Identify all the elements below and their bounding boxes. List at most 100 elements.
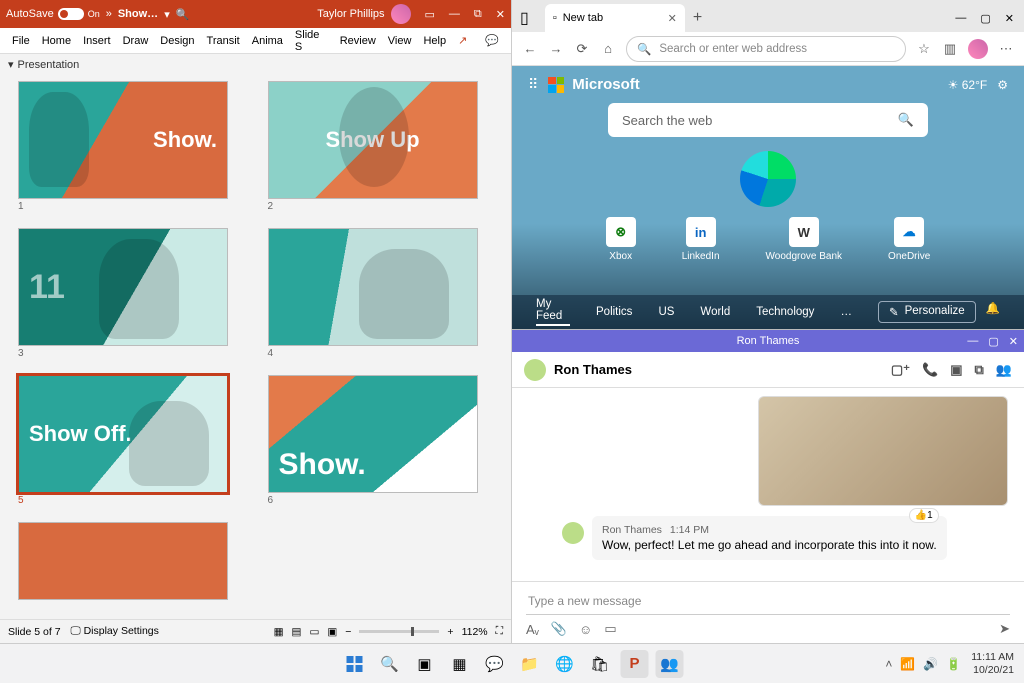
chat-message[interactable]: 👍1 Ron Thames 1:14 PM Wow, perfect! Let … xyxy=(592,516,947,560)
ribbon-tab-file[interactable]: File xyxy=(6,35,36,47)
zoom-level[interactable]: 112% xyxy=(462,626,488,638)
comments-button[interactable]: 💬 xyxy=(479,34,505,47)
slide-1[interactable]: Show. 1 xyxy=(18,81,244,212)
vertical-tabs-icon[interactable]: ▯ xyxy=(512,4,537,32)
share-screen-icon[interactable]: ▣ xyxy=(950,362,962,378)
ribbon-tab-animations[interactable]: Anima xyxy=(246,35,289,47)
ribbon-tab-slideshow[interactable]: Slide S xyxy=(289,29,334,53)
volume-icon[interactable]: 🔊 xyxy=(923,657,938,671)
personalize-button[interactable]: ✎Personalize xyxy=(878,301,976,323)
new-tab-button[interactable]: + xyxy=(685,4,710,32)
video-call-icon[interactable]: ▢⁺ xyxy=(891,362,910,378)
ribbon-tab-review[interactable]: Review xyxy=(334,35,382,47)
reaction-badge[interactable]: 👍1 xyxy=(909,508,939,523)
tile-onedrive[interactable]: ☁OneDrive xyxy=(888,217,930,262)
app-launcher-icon[interactable]: ⠿ xyxy=(528,76,540,93)
audio-call-icon[interactable]: 📞 xyxy=(922,362,938,378)
emoji-icon[interactable]: ☺ xyxy=(579,622,592,637)
collections-icon[interactable]: ▥ xyxy=(942,41,958,57)
teams-maximize[interactable]: ▢ xyxy=(988,335,998,348)
image-message[interactable] xyxy=(758,396,1008,506)
toggle-switch[interactable] xyxy=(58,8,84,20)
taskbar-search-icon[interactable]: 🔍 xyxy=(376,650,404,678)
edge-minimize[interactable]: — xyxy=(955,12,966,24)
minimize-button[interactable]: — xyxy=(449,8,460,21)
chat-icon[interactable]: 💬 xyxy=(481,650,509,678)
ribbon-tab-insert[interactable]: Insert xyxy=(77,35,117,47)
popout-icon[interactable]: ⧉ xyxy=(975,362,984,378)
search-submit-icon[interactable]: 🔍 xyxy=(898,112,914,128)
slide-6[interactable]: Show. 6 xyxy=(268,375,494,506)
address-bar[interactable]: 🔍 Search or enter web address xyxy=(626,36,906,62)
teams-minimize[interactable]: — xyxy=(967,335,978,348)
document-title[interactable]: Show… xyxy=(118,8,158,20)
widgets-icon[interactable]: ▦ xyxy=(446,650,474,678)
outline-header[interactable]: ▾ Presentation xyxy=(0,54,511,75)
ribbon-tab-view[interactable]: View xyxy=(382,35,418,47)
search-icon[interactable]: 🔍 xyxy=(176,8,190,21)
notifications-icon[interactable]: 🔔 xyxy=(986,301,1000,323)
zoom-slider[interactable] xyxy=(359,630,439,633)
feed-tab-politics[interactable]: Politics xyxy=(596,306,632,318)
zoom-out[interactable]: − xyxy=(345,626,351,638)
attach-icon[interactable]: 📎 xyxy=(551,621,567,637)
wifi-icon[interactable]: 📶 xyxy=(900,657,915,671)
send-icon[interactable]: ➤ xyxy=(999,621,1010,637)
slide-4[interactable]: 4 xyxy=(268,228,494,359)
user-avatar[interactable] xyxy=(391,4,411,24)
gif-icon[interactable]: ▭ xyxy=(604,621,616,637)
close-button[interactable]: ✕ xyxy=(496,8,505,21)
display-settings[interactable]: 🖵 Display Settings xyxy=(71,625,159,638)
favorites-icon[interactable]: ☆ xyxy=(916,41,932,57)
profile-avatar[interactable] xyxy=(968,39,988,59)
dropdown-icon[interactable]: ▾ xyxy=(164,8,170,21)
compose-input[interactable]: Type a new message xyxy=(526,590,1010,615)
user-name[interactable]: Taylor Phillips xyxy=(317,8,384,20)
edge-maximize[interactable]: ▢ xyxy=(980,12,990,25)
slideshow-icon[interactable]: ▣ xyxy=(327,626,337,638)
add-people-icon[interactable]: 👥 xyxy=(996,362,1012,378)
feed-tab-us[interactable]: US xyxy=(658,306,674,318)
format-icon[interactable]: Aᵥ xyxy=(526,622,539,637)
settings-icon[interactable]: ⚙ xyxy=(997,78,1008,92)
feed-tab-more[interactable]: … xyxy=(840,306,852,318)
ribbon-tab-home[interactable]: Home xyxy=(36,35,77,47)
autosave-toggle[interactable]: AutoSave On xyxy=(6,8,100,20)
battery-icon[interactable]: 🔋 xyxy=(946,657,961,671)
powerpoint-taskbar-icon[interactable]: P xyxy=(621,650,649,678)
teams-taskbar-icon[interactable]: 👥 xyxy=(656,650,684,678)
task-view-icon[interactable]: ▣ xyxy=(411,650,439,678)
weather-widget[interactable]: ☀ 62°F xyxy=(948,78,988,92)
maximize-button[interactable]: ⧉ xyxy=(474,8,482,21)
contact-avatar[interactable] xyxy=(524,359,546,381)
clock[interactable]: 11:11 AM 10/20/21 xyxy=(971,651,1014,676)
slide-2[interactable]: Show Up 2 xyxy=(268,81,494,212)
share-button[interactable]: ↗ xyxy=(452,34,473,47)
tile-linkedin[interactable]: inLinkedIn xyxy=(682,217,720,262)
tile-woodgrove[interactable]: WWoodgrove Bank xyxy=(766,217,843,262)
refresh-button[interactable]: ⟳ xyxy=(574,41,590,57)
close-tab-icon[interactable]: ✕ xyxy=(668,12,677,25)
back-button[interactable]: ← xyxy=(522,41,538,56)
feed-tab-technology[interactable]: Technology xyxy=(756,306,814,318)
feed-tab-myfeed[interactable]: My Feed xyxy=(536,298,570,326)
browser-tab[interactable]: ▫ New tab ✕ xyxy=(545,4,685,32)
ribbon-tab-help[interactable]: Help xyxy=(417,35,452,47)
collapse-icon[interactable]: ▾ xyxy=(8,58,14,71)
zoom-in[interactable]: + xyxy=(447,626,453,638)
feed-tab-world[interactable]: World xyxy=(700,306,730,318)
edge-icon[interactable]: 🌐 xyxy=(551,650,579,678)
edge-close[interactable]: ✕ xyxy=(1005,12,1014,25)
ntp-search-box[interactable]: Search the web 🔍 xyxy=(608,103,928,137)
tray-overflow-icon[interactable]: ˄ xyxy=(885,657,892,671)
qa-overflow[interactable]: » xyxy=(106,8,112,20)
ribbon-tab-draw[interactable]: Draw xyxy=(117,35,155,47)
teams-close[interactable]: ✕ xyxy=(1009,335,1018,348)
sorter-view-icon[interactable]: ▤ xyxy=(292,626,302,638)
normal-view-icon[interactable]: ▦ xyxy=(274,626,284,638)
slide-5[interactable]: Show Off. 5 xyxy=(18,375,244,506)
tile-xbox[interactable]: ⊗Xbox xyxy=(606,217,636,262)
slide-3[interactable]: 11 3 xyxy=(18,228,244,359)
ribbon-display-icon[interactable]: ▭ xyxy=(425,8,435,21)
explorer-icon[interactable]: 📁 xyxy=(516,650,544,678)
